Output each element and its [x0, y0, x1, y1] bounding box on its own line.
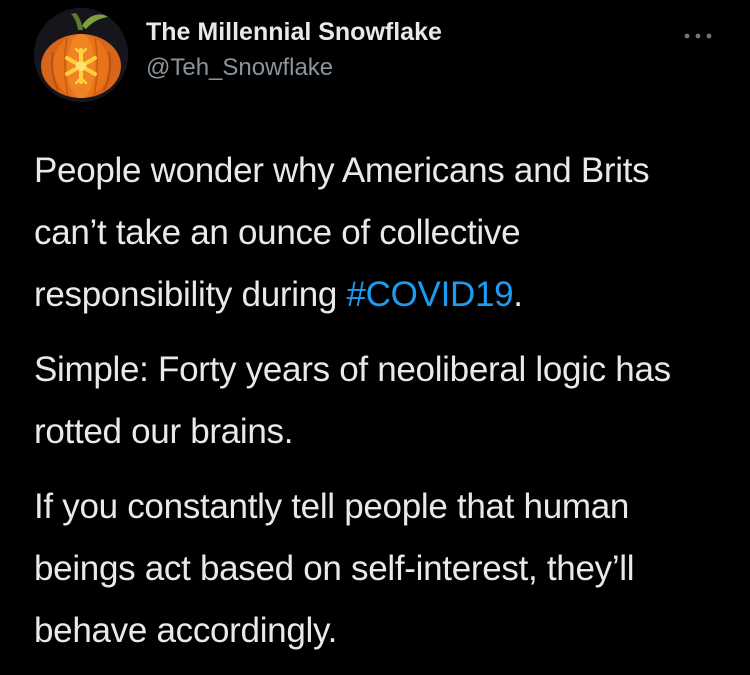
tweet-paragraph-3: If you constantly tell people that human… — [34, 487, 635, 650]
tweet-text: People wonder why Americans and Brits ca… — [34, 140, 724, 675]
more-options-button[interactable] — [678, 24, 718, 48]
tweet-paragraph-1-end: . — [513, 275, 523, 314]
more-options-icon — [684, 33, 712, 39]
avatar[interactable] — [34, 8, 128, 102]
author-handle[interactable]: @Teh_Snowflake — [146, 54, 333, 82]
tweet-paragraph-1-text: People wonder why Americans and Brits ca… — [34, 151, 650, 314]
tweet-paragraph-2: Simple: Forty years of neoliberal logic … — [34, 350, 671, 451]
author-display-name[interactable]: The Millennial Snowflake — [146, 18, 442, 47]
tweet: The Millennial Snowflake @Teh_Snowflake … — [0, 0, 750, 657]
tweet-paragraph-1: People wonder why Americans and Brits ca… — [34, 140, 724, 326]
hashtag-link[interactable]: #COVID19 — [346, 275, 513, 314]
pumpkin-avatar-icon — [34, 8, 128, 102]
